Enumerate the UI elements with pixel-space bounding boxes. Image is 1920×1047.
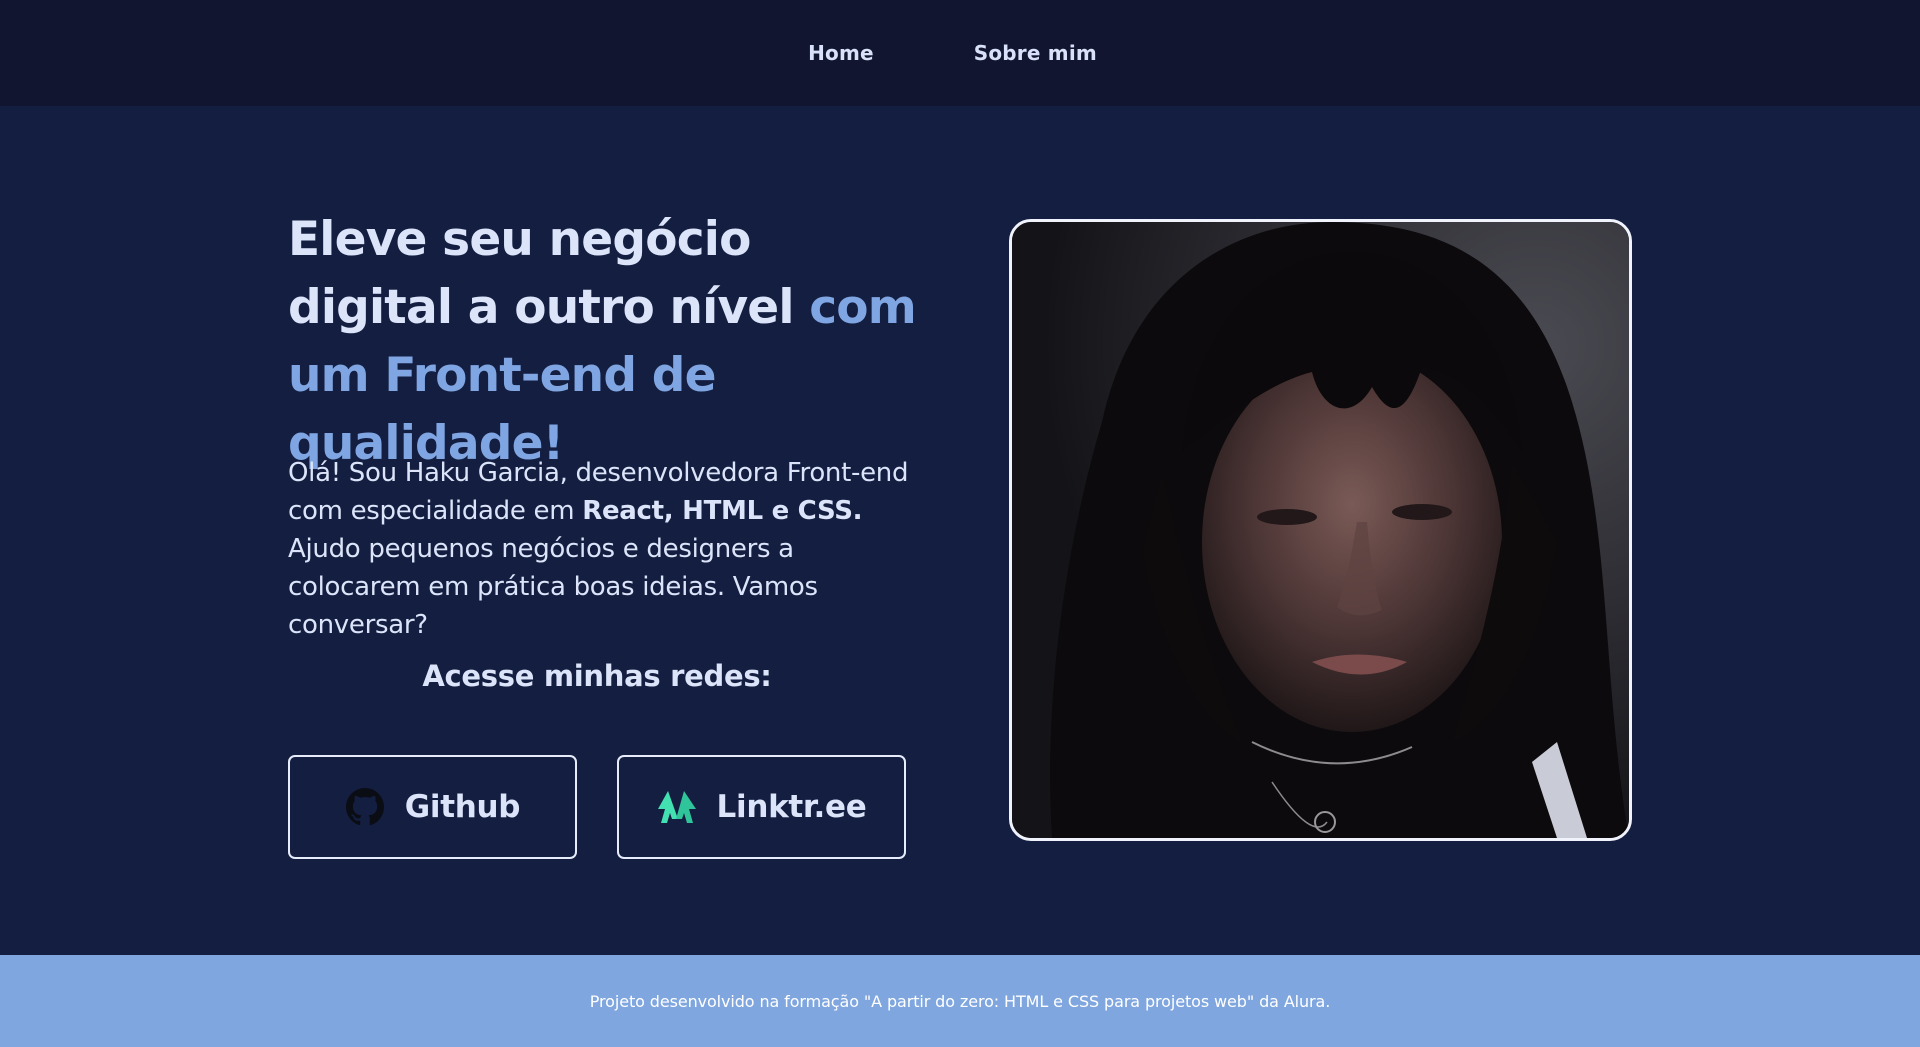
linktree-icon <box>657 787 697 827</box>
footer: Projeto desenvolvido na formação "A part… <box>0 955 1920 1047</box>
nav-link-home[interactable]: Home <box>808 41 874 65</box>
footer-credit: Projeto desenvolvido na formação "A part… <box>589 991 1331 1011</box>
main-content: Eleve seu negócio digital a outro nível … <box>0 106 1920 955</box>
github-button[interactable]: Github <box>288 755 577 859</box>
linktree-button[interactable]: Linktr.ee <box>617 755 906 859</box>
social-title: Acesse minhas redes: <box>422 659 772 693</box>
top-nav: Home Sobre mim <box>0 0 1920 106</box>
headline-text: Eleve seu negócio digital a outro nível <box>288 212 810 335</box>
github-icon <box>345 787 385 827</box>
nav-link-sobre-mim[interactable]: Sobre mim <box>974 41 1097 65</box>
profile-photo <box>1009 219 1632 841</box>
intro-skills: React, HTML e CSS. <box>582 496 863 526</box>
intro-text-end: Ajudo pequenos negócios e designers a co… <box>288 534 818 640</box>
linktree-button-label: Linktr.ee <box>716 789 867 825</box>
intro-paragraph: Olá! Sou Haku Garcia, desenvolvedora Fro… <box>288 454 928 644</box>
github-button-label: Github <box>404 789 521 825</box>
hero-headline: Eleve seu negócio digital a outro nível … <box>288 206 928 478</box>
